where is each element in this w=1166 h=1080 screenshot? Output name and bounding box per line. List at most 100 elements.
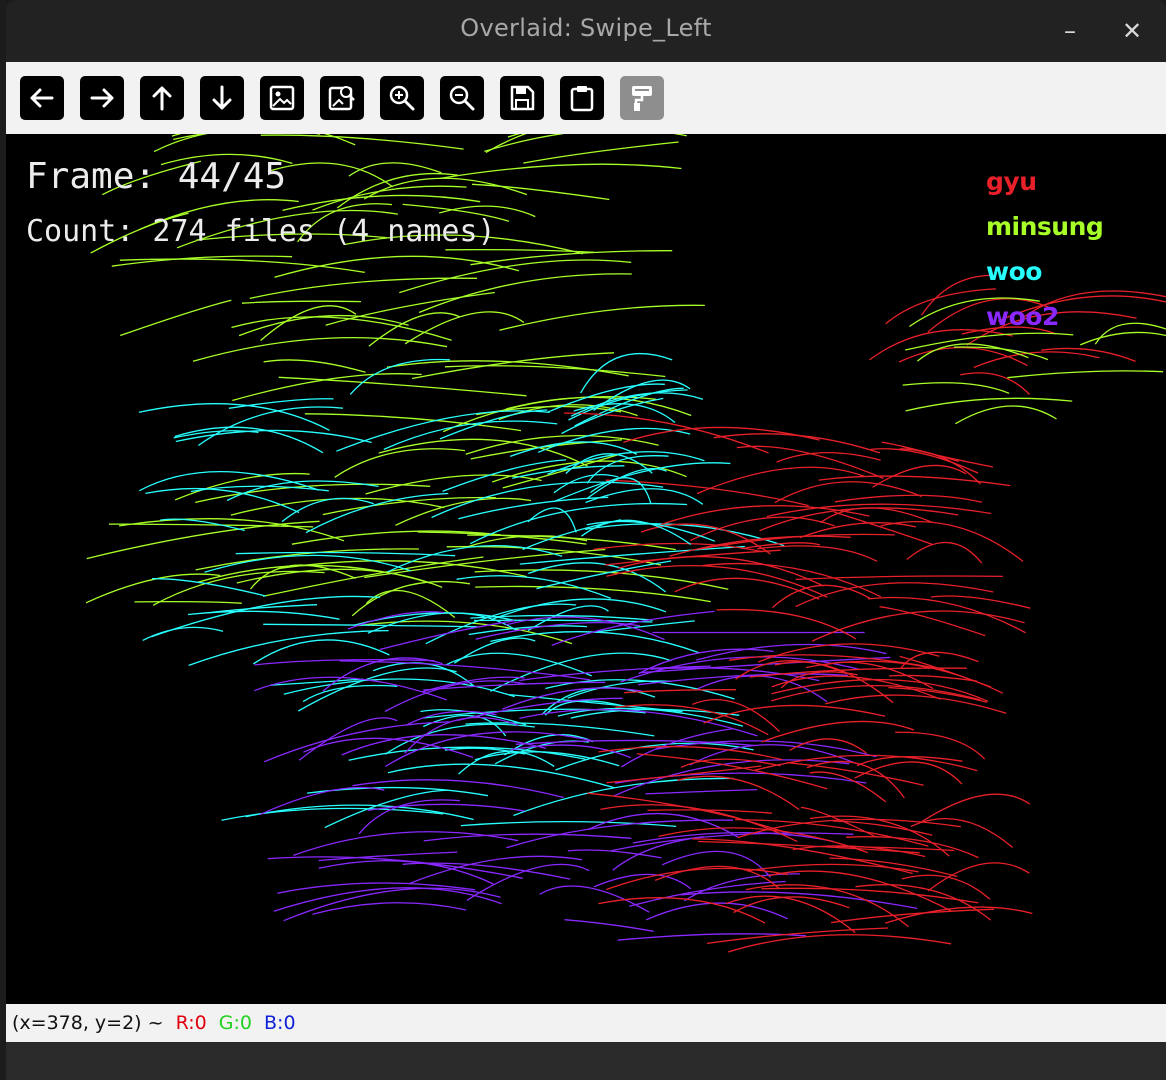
trajectory-line bbox=[274, 255, 520, 278]
trajectory-line bbox=[757, 545, 878, 562]
trajectory-line bbox=[418, 273, 632, 314]
trajectory-line bbox=[523, 141, 679, 164]
frame-counter: Frame: 44/45 bbox=[26, 156, 287, 197]
trajectory-line bbox=[768, 870, 953, 912]
trajectory-line bbox=[564, 919, 654, 932]
zoom-fit-button[interactable] bbox=[260, 76, 304, 120]
trajectory-line bbox=[348, 746, 586, 761]
trajectory-line bbox=[431, 481, 664, 519]
trajectory-line bbox=[142, 626, 224, 641]
trajectory-line bbox=[145, 487, 300, 514]
trajectory-line bbox=[351, 580, 470, 617]
trajectory-line bbox=[302, 684, 398, 703]
image-icon bbox=[269, 85, 295, 111]
save-button[interactable] bbox=[500, 76, 544, 120]
trajectory-line bbox=[697, 675, 828, 703]
image-viewer-window: Overlaid: Swipe_Left – ✕ Frame: 44/45 Co… bbox=[6, 0, 1166, 1042]
trajectory-line bbox=[611, 832, 854, 852]
trajectory-line bbox=[703, 704, 886, 724]
trajectory-line bbox=[507, 134, 521, 138]
trajectory-line bbox=[880, 520, 1024, 562]
trajectory-line bbox=[624, 689, 737, 694]
trajectory-line bbox=[749, 667, 967, 678]
trajectory-line bbox=[267, 162, 394, 188]
trajectory-line bbox=[241, 300, 361, 304]
trajectory-line bbox=[795, 582, 994, 608]
trajectory-line bbox=[902, 382, 1010, 394]
trajectory-line bbox=[1007, 370, 1164, 379]
trajectory-line bbox=[349, 358, 450, 395]
cursor-coordinates: (x=378, y=2) ~ bbox=[12, 1012, 164, 1034]
pan-down-button[interactable] bbox=[200, 76, 244, 120]
trajectory-line bbox=[973, 351, 1100, 369]
arrow-up-icon bbox=[152, 86, 172, 111]
pan-right-button[interactable] bbox=[80, 76, 124, 120]
zoom-original-button[interactable] bbox=[320, 76, 364, 120]
trajectory-line bbox=[818, 475, 1011, 487]
trajectory-line bbox=[387, 763, 615, 789]
copy-clipboard-button[interactable] bbox=[560, 76, 604, 120]
trajectory-line bbox=[855, 884, 992, 921]
trajectory-group-woo bbox=[509, 352, 716, 546]
trajectory-line bbox=[263, 623, 477, 628]
trajectory-line bbox=[322, 496, 496, 516]
arrow-left-icon bbox=[30, 88, 54, 108]
legend-item-woo2: woo2 bbox=[986, 302, 1059, 331]
legend-item-gyu: gyu bbox=[986, 167, 1037, 196]
pixel-green-value: G:0 bbox=[218, 1012, 252, 1034]
pan-left-button[interactable] bbox=[20, 76, 64, 120]
trajectory-line bbox=[690, 516, 835, 541]
trajectory-line bbox=[761, 720, 915, 743]
image-canvas[interactable]: Frame: 44/45 Count: 274 files (4 names) … bbox=[6, 134, 1166, 1004]
properties-button[interactable] bbox=[620, 76, 664, 120]
trajectory-line bbox=[471, 183, 610, 201]
trajectory-line bbox=[885, 906, 1033, 924]
arrow-right-icon bbox=[90, 88, 114, 108]
trajectory-line bbox=[439, 163, 682, 180]
trajectory-line bbox=[930, 595, 1031, 609]
file-count: Count: 274 files (4 names) bbox=[26, 214, 496, 249]
trajectory-group-minsung bbox=[85, 134, 729, 645]
trajectory-line bbox=[221, 807, 444, 821]
trajectory-line bbox=[192, 337, 448, 362]
trajectory-line bbox=[618, 555, 824, 587]
legend: gyu minsung woo woo2 bbox=[986, 164, 1104, 344]
paint-roller-icon bbox=[632, 86, 652, 111]
trajectory-line bbox=[475, 621, 641, 640]
trajectory-line bbox=[584, 523, 785, 547]
trajectory-line bbox=[152, 578, 267, 597]
close-button[interactable]: ✕ bbox=[1112, 12, 1152, 50]
trajectory-line bbox=[466, 863, 590, 901]
trajectory-line bbox=[677, 775, 800, 811]
trajectory-line bbox=[263, 359, 366, 373]
trajectory-line bbox=[470, 250, 673, 266]
pixel-blue-value: B:0 bbox=[264, 1012, 296, 1034]
trajectory-line bbox=[567, 849, 662, 859]
trajectory-line bbox=[612, 836, 704, 871]
trajectory-line bbox=[854, 761, 963, 785]
trajectory-line bbox=[499, 304, 705, 331]
status-bar: (x=378, y=2) ~ R:0 G:0 B:0 bbox=[6, 1004, 1166, 1042]
trajectory-line bbox=[134, 600, 242, 604]
zoom-out-icon bbox=[449, 85, 475, 111]
trajectory-line bbox=[906, 541, 983, 564]
toolbar bbox=[6, 62, 1166, 134]
trajectory-line bbox=[921, 793, 1031, 823]
arrow-down-icon bbox=[212, 85, 232, 110]
zoom-out-button[interactable] bbox=[440, 76, 484, 120]
trajectory-line bbox=[658, 827, 869, 854]
trajectory-line bbox=[593, 873, 692, 890]
trajectory-line bbox=[528, 562, 667, 593]
trajectory-line bbox=[278, 376, 527, 397]
minimize-button[interactable]: – bbox=[1050, 12, 1090, 50]
image-zoom-icon bbox=[328, 86, 355, 111]
trajectory-line bbox=[404, 311, 525, 345]
trajectory-line bbox=[282, 194, 481, 212]
trajectory-line bbox=[680, 891, 918, 910]
zoom-in-icon bbox=[389, 85, 415, 111]
window-title: Overlaid: Swipe_Left bbox=[460, 14, 712, 42]
pan-up-button[interactable] bbox=[140, 76, 184, 120]
trajectory-line bbox=[312, 902, 467, 915]
zoom-in-button[interactable] bbox=[380, 76, 424, 120]
trajectory-line bbox=[771, 678, 989, 702]
